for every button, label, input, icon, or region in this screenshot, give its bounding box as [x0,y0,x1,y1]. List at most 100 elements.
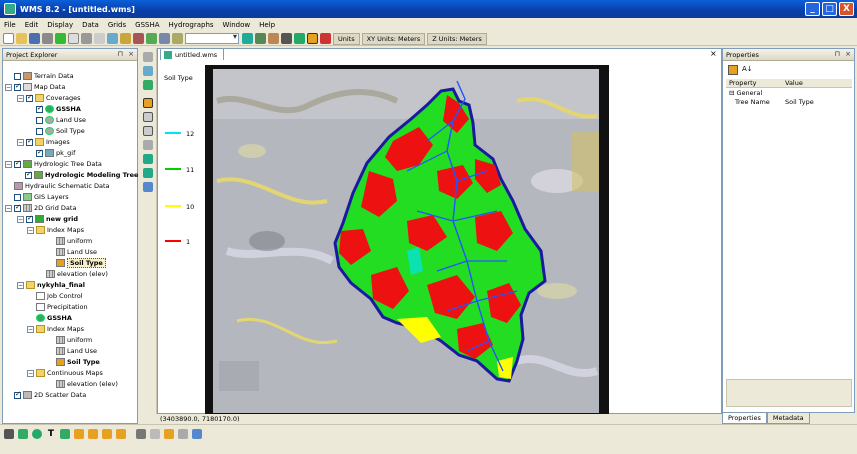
collapse-icon[interactable]: − [27,325,34,333]
tree-item[interactable]: GIS Layers [14,192,69,202]
zoom-tool-icon[interactable] [143,66,153,76]
bring-front-icon[interactable] [74,429,84,439]
panel-close-icon[interactable]: × [845,50,851,58]
units-button[interactable]: Units [333,32,360,45]
illuminate-icon[interactable] [159,33,170,44]
close-button[interactable]: X [839,2,854,16]
globe-icon[interactable] [242,33,253,44]
arrange-icon[interactable] [178,429,188,439]
checkbox[interactable] [36,148,43,157]
send-back-icon[interactable] [88,429,98,439]
tree-item[interactable]: −new grid [17,214,78,224]
checkbox[interactable] [14,72,21,80]
shade-icon[interactable] [172,33,183,44]
tab-properties[interactable]: Properties [722,413,767,424]
checkbox[interactable] [25,170,32,179]
menu-data[interactable]: Data [82,21,99,29]
cell-tool-icon[interactable] [143,112,153,122]
tree-item[interactable]: uniform [56,335,92,345]
module-combo[interactable] [185,32,239,44]
document-tab[interactable]: untitled.wms [160,48,225,60]
scatter-icon[interactable] [320,33,331,44]
tree-item[interactable]: GSSHA [36,313,72,323]
checkbox[interactable] [26,214,33,223]
tree-item[interactable]: elevation (elev) [56,379,118,389]
pin-icon[interactable]: ⊓ [835,50,840,58]
terrain-icon[interactable] [255,33,266,44]
new-icon[interactable] [3,33,14,44]
minimize-button[interactable]: _ [805,2,820,16]
tree-item[interactable]: − Index Maps [27,225,84,235]
collapse-icon[interactable]: − [17,281,24,289]
tree-item[interactable]: GSSHA [36,104,81,114]
menu-edit[interactable]: Edit [25,21,39,29]
distribute-icon[interactable] [192,429,202,439]
xy-units-display[interactable]: XY Units: Meters [361,32,426,45]
hydro-icon[interactable] [281,33,292,44]
property-group[interactable]: ⊟ General [726,88,852,97]
collapse-icon[interactable]: − [5,160,12,168]
group-icon[interactable] [136,429,146,439]
view-close-icon[interactable]: × [710,49,717,58]
zoom-icon[interactable] [107,33,118,44]
collapse-icon[interactable]: − [17,94,24,102]
checkbox[interactable] [36,104,43,113]
text-tool-icon[interactable]: T [46,429,56,439]
panel-close-icon[interactable]: × [128,50,134,58]
z-units-display[interactable]: Z Units: Meters [427,32,487,45]
menu-display[interactable]: Display [47,21,73,29]
tree-item[interactable]: −Hydrologic Tree Data [5,159,102,169]
tree-item[interactable]: Soil Type [56,258,106,268]
menu-grids[interactable]: Grids [108,21,126,29]
tree-item[interactable]: −Coverages [17,93,81,103]
checkbox[interactable] [14,82,21,91]
tree-item[interactable]: Hydrologic Modeling Tree [25,170,138,180]
contours-icon[interactable] [133,33,144,44]
tree-item[interactable]: − Index Maps [27,324,84,334]
checkbox[interactable] [14,203,21,212]
checkbox[interactable] [36,127,43,135]
tab-metadata[interactable]: Metadata [766,413,810,424]
collapse-icon[interactable]: − [27,226,34,234]
forward-icon[interactable] [102,429,112,439]
backward-icon[interactable] [116,429,126,439]
tree-item[interactable]: −2D Grid Data [5,203,76,213]
save-icon[interactable] [29,33,40,44]
tree-icon[interactable] [268,33,279,44]
tree-item[interactable]: − nykyhla_final [17,280,85,290]
pan-tool-icon[interactable] [143,80,153,90]
rotate-icon[interactable] [81,33,92,44]
collapse-icon[interactable]: − [17,215,24,223]
open-icon[interactable] [16,33,27,44]
tree-item[interactable]: Land Use [36,115,86,125]
maximize-button[interactable]: □ [822,2,837,16]
tree-item[interactable]: Soil Type [36,126,85,136]
tree-item[interactable]: Soil Type [56,357,100,367]
collapse-icon[interactable]: − [27,369,34,377]
tree-item[interactable]: Land Use [56,346,97,356]
checkbox[interactable] [14,390,21,399]
checkbox[interactable] [26,137,33,146]
gis-icon[interactable] [294,33,305,44]
outlet-tool-icon[interactable] [143,168,153,178]
collapse-icon[interactable]: − [5,83,12,91]
tree-item[interactable]: elevation (elev) [46,269,108,279]
pan-icon[interactable] [94,33,105,44]
menu-gssha[interactable]: GSSHA [135,21,159,29]
ellipse-tool-icon[interactable] [32,429,42,439]
add-icon[interactable] [55,33,66,44]
tree-item[interactable]: −Map Data [5,82,65,92]
collapse-icon[interactable]: − [5,204,12,212]
categorized-icon[interactable] [728,65,738,75]
pin-icon[interactable]: ⊓ [118,50,123,58]
tree-item[interactable]: uniform [56,236,92,246]
property-row[interactable]: Tree Name Soil Type [726,97,852,106]
tree-item[interactable]: Precipitation [36,302,88,312]
tree-item[interactable]: − Continuous Maps [27,368,103,378]
globe-tool-icon[interactable] [143,154,153,164]
menu-file[interactable]: File [4,21,16,29]
line-tool-icon[interactable] [4,429,14,439]
tree-item[interactable]: Land Use [56,247,97,257]
align-icon[interactable] [164,429,174,439]
print-icon[interactable] [42,33,53,44]
